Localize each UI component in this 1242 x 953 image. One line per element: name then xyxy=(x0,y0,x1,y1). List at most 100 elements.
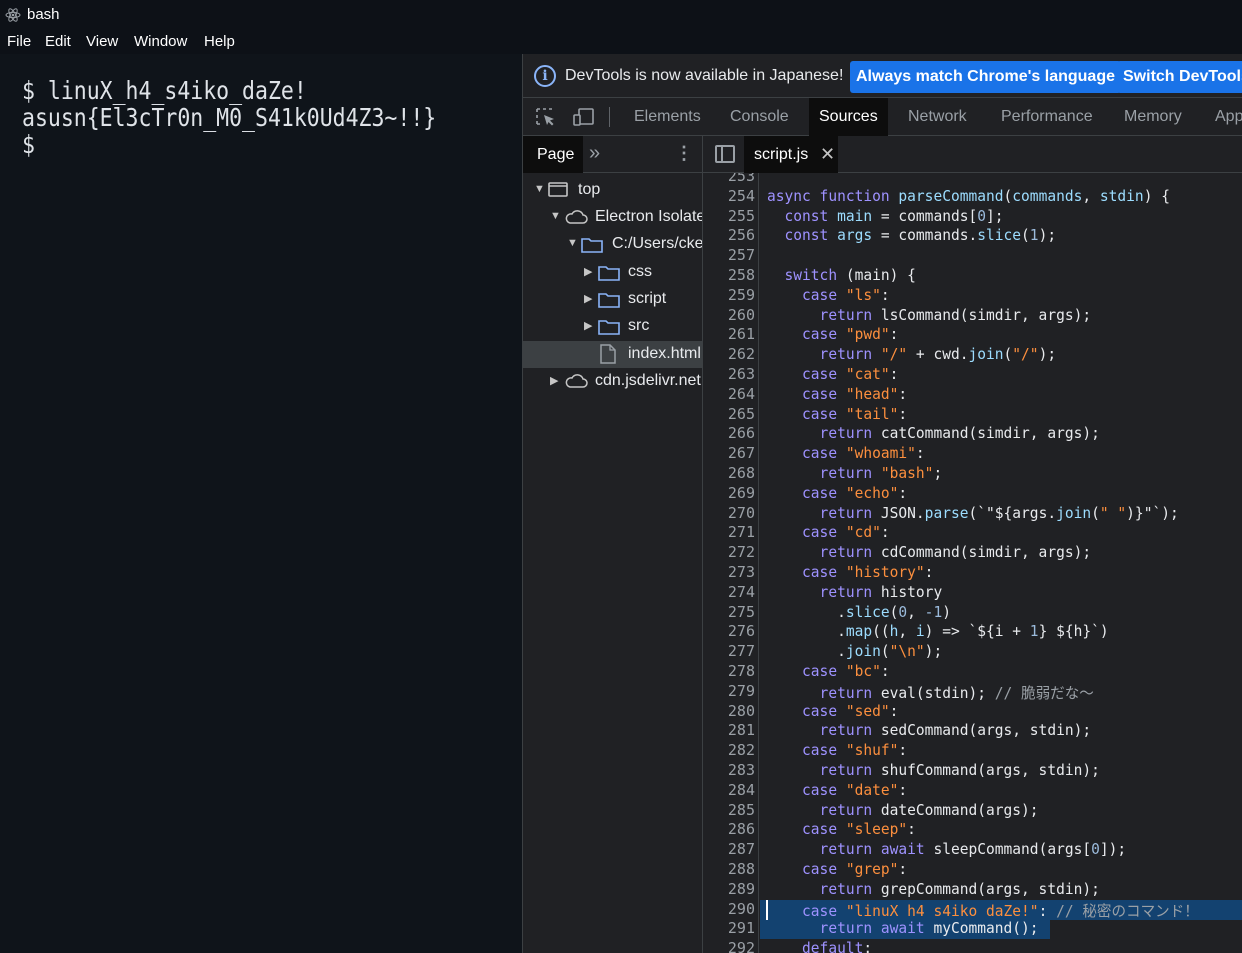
device-toolbar-icon[interactable] xyxy=(573,107,595,127)
tab-application[interactable]: App xyxy=(1215,98,1242,136)
code-line: .slice(0, -1) xyxy=(767,602,951,621)
tab-network[interactable]: Network xyxy=(908,98,967,136)
line-number: 256 xyxy=(727,226,755,245)
tab-performance[interactable]: Performance xyxy=(1001,98,1093,136)
terminal-line: $ linuX_h4_s4iko_daZe! xyxy=(22,76,307,105)
tree-item-index-html[interactable]: index.html xyxy=(523,341,702,368)
code-line: case "tail": xyxy=(802,404,908,423)
code-line: case "grep": xyxy=(802,860,908,878)
line-number: 283 xyxy=(727,761,755,779)
line-number: 286 xyxy=(727,820,755,839)
code-line: return shufCommand(args, stdin); xyxy=(819,761,1100,779)
tab-console[interactable]: Console xyxy=(730,98,789,136)
electron-icon xyxy=(5,8,21,22)
line-number: 272 xyxy=(727,543,755,562)
code-line: case "ls": xyxy=(802,285,890,304)
folder-icon xyxy=(581,238,603,253)
line-number: 274 xyxy=(727,582,755,601)
expanded-arrow-icon[interactable]: ▼ xyxy=(567,237,578,249)
collapsed-arrow-icon[interactable]: ▶ xyxy=(584,265,592,278)
double-chevron-icon[interactable]: » xyxy=(589,142,600,165)
line-number: 271 xyxy=(727,523,755,542)
toggle-navigator-icon[interactable] xyxy=(715,145,735,163)
kebab-menu-icon[interactable]: ⋮ xyxy=(675,143,693,164)
code-line: case "pwd": xyxy=(802,325,899,344)
expanded-arrow-icon[interactable]: ▼ xyxy=(534,183,545,195)
code-line: return "/" + cwd.join("/"); xyxy=(819,345,1057,364)
editor-tab-script-js[interactable]: script.js ✕ xyxy=(744,136,838,173)
menu-view[interactable]: View xyxy=(86,33,118,50)
code-line: return "bash"; xyxy=(819,464,943,482)
code-editor[interactable]: 253 254 255 256 257 258 259 260 261 262 263 264 265 2… xyxy=(703,173,1242,953)
line-number: 273 xyxy=(727,563,755,581)
terminal-prompt: $ xyxy=(22,130,35,159)
line-number: 276 xyxy=(727,622,755,641)
code-line: case "bc": xyxy=(802,662,890,680)
line-number: 253 xyxy=(727,173,755,185)
line-number: 289 xyxy=(727,879,755,898)
cloud-icon xyxy=(565,374,588,388)
code-line: .map((h, i) => `${i + 1} ${h}`) xyxy=(767,622,1109,641)
tree-item-electron-isolated[interactable]: ▼ Electron Isolated xyxy=(523,204,703,231)
menu-bar: File Edit View Window Help xyxy=(0,30,1242,54)
code-line: return lsCommand(simdir, args); xyxy=(819,305,1092,324)
tree-item-css[interactable]: ▶ css xyxy=(523,259,702,286)
terminal-pane[interactable]: $ linuX_h4_s4iko_daZe! asusn{El3cTr0n_M0… xyxy=(0,54,522,953)
code-line: return await sleepCommand(args[0]); xyxy=(819,840,1127,859)
folder-icon xyxy=(598,266,620,281)
code-line: case "head": xyxy=(802,384,908,403)
match-language-button[interactable]: Always match Chrome's language xyxy=(850,61,1121,93)
text-cursor xyxy=(766,899,768,920)
code-line: async function parseCommand(commands, st… xyxy=(767,186,1170,205)
tree-item-users-folder[interactable]: ▼ C:/Users/cke xyxy=(523,231,703,258)
editor-tab-label: script.js xyxy=(754,146,809,163)
navigator-header: Page » ⋮ xyxy=(523,136,702,173)
tab-sources[interactable]: Sources xyxy=(809,98,888,136)
line-number: 259 xyxy=(727,285,755,304)
code-line: default: xyxy=(802,939,873,953)
code-line: case "linuX_h4_s4iko_daZe!": // 秘密のコマンド！ xyxy=(802,901,1199,920)
line-number-gutter: 253 254 255 256 257 258 259 260 261 262 263 264 265 2… xyxy=(703,173,759,953)
tree-item-script[interactable]: ▶ script xyxy=(523,286,702,313)
code-line: case "history": xyxy=(802,563,934,581)
line-number: 287 xyxy=(727,840,755,859)
collapsed-arrow-icon[interactable]: ▶ xyxy=(584,319,592,332)
menu-edit[interactable]: Edit xyxy=(45,33,71,50)
menu-window[interactable]: Window xyxy=(134,33,187,50)
tree-item-top[interactable]: ▼ top xyxy=(523,177,702,204)
infobar-message: DevTools is now available in Japanese! xyxy=(565,67,844,84)
cloud-icon xyxy=(565,210,588,224)
line-number: 262 xyxy=(727,345,755,364)
code-line: return eval(stdin); // 脆弱だな〜 xyxy=(819,683,1094,702)
inspect-element-icon[interactable] xyxy=(535,107,557,127)
collapsed-arrow-icon[interactable]: ▶ xyxy=(550,374,558,387)
line-number: 277 xyxy=(727,642,755,661)
close-icon[interactable]: ✕ xyxy=(820,136,835,173)
code-line: return catCommand(simdir, args); xyxy=(819,424,1100,443)
tree-item-label: C:/Users/cke xyxy=(612,235,703,252)
line-number: 265 xyxy=(727,404,755,423)
code-line: return history xyxy=(819,582,943,601)
line-number: 270 xyxy=(727,503,755,522)
menu-file[interactable]: File xyxy=(7,33,31,50)
switch-devtools-button[interactable]: Switch DevTools xyxy=(1117,61,1242,93)
toolbar-divider xyxy=(609,107,610,127)
sources-navigator: Page » ⋮ ▼ top ▼ Electron Isolated ▼ C:/… xyxy=(523,136,703,953)
menu-help[interactable]: Help xyxy=(204,33,235,50)
frame-icon xyxy=(548,182,568,197)
tree-item-src[interactable]: ▶ src xyxy=(523,313,702,340)
tree-item-cdn[interactable]: ▶ cdn.jsdelivr.net xyxy=(523,368,702,395)
line-number: 268 xyxy=(727,464,755,482)
tree-item-label: Electron Isolated xyxy=(595,208,703,225)
expanded-arrow-icon[interactable]: ▼ xyxy=(550,210,561,222)
tab-memory[interactable]: Memory xyxy=(1124,98,1182,136)
editor-tab-bar: script.js ✕ xyxy=(703,136,1242,173)
code-line: return dateCommand(args); xyxy=(819,800,1039,819)
code-line: const args = commands.slice(1); xyxy=(784,226,1057,245)
navigator-tab-page[interactable]: Page xyxy=(523,136,583,173)
collapsed-arrow-icon[interactable]: ▶ xyxy=(584,292,592,305)
tree-item-label: script xyxy=(628,290,667,307)
code-line: case "whoami": xyxy=(802,444,925,463)
line-number: 258 xyxy=(727,266,755,284)
tab-elements[interactable]: Elements xyxy=(634,98,701,136)
